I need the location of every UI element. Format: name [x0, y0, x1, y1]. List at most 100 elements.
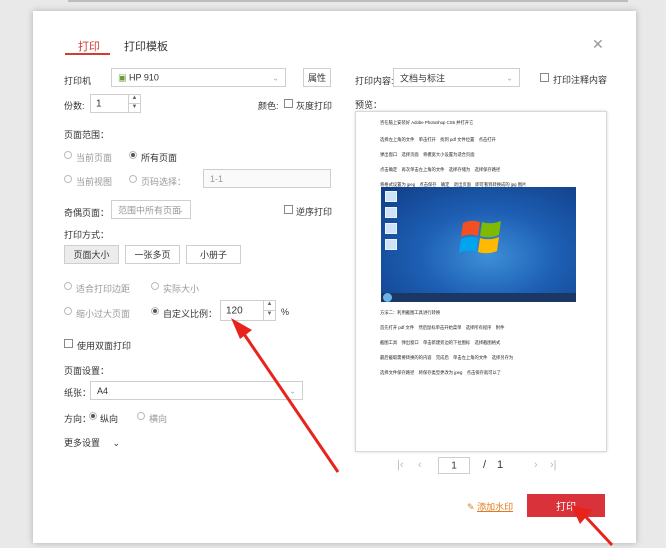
custom-scale-value: 120: [226, 305, 243, 316]
paper-label: 纸张：: [64, 388, 92, 398]
preview-text-line: 选择左上角的文件 单击打开 找到 pdf 文件位置 点击打开: [380, 137, 496, 142]
tab-print-underline: [65, 53, 110, 55]
printer-label: 打印机: [64, 76, 92, 86]
printer-select[interactable]: ▣ HP 910 ⌄: [111, 68, 286, 87]
properties-button[interactable]: 属性: [303, 68, 331, 87]
radio-current-view[interactable]: [64, 175, 72, 183]
current-view-label: 当前视图: [76, 177, 113, 187]
print-mode-title: 打印方式：: [64, 230, 110, 240]
print-content-label: 打印内容:: [355, 76, 394, 86]
preview-label: 预览：: [355, 100, 383, 110]
radio-portrait[interactable]: [89, 412, 97, 420]
preview-text-line: 弹出窗口 选择页面 将模宽大小设置为适合页面: [380, 152, 475, 157]
chevron-down-icon: ⌄: [112, 438, 121, 448]
page-setup-title: 页面设置：: [64, 366, 110, 376]
current-page-label: 当前页面: [76, 153, 113, 163]
print-preview-page: 咨在脑上安装好 Adobe Photoshop CS6 并打开它 选择左上角的文…: [355, 111, 607, 452]
close-icon[interactable]: ✕: [592, 36, 604, 53]
page-separator: /: [483, 459, 487, 471]
copies-value: 1: [96, 98, 102, 109]
windows-logo-icon: [459, 220, 501, 254]
desktop-screenshot-image: [381, 187, 576, 302]
tab-print[interactable]: 打印: [78, 38, 100, 54]
reverse-print-label: 逆序打印: [296, 207, 333, 217]
print-button[interactable]: 打印: [527, 494, 605, 517]
add-watermark-label: 添加水印: [477, 502, 514, 512]
next-page-icon[interactable]: ›: [534, 459, 538, 471]
increment-icon[interactable]: ▲: [264, 301, 275, 311]
preview-text-line: 首先打开 pdf 文件 然后鼠标单击开始菜单 选择所有程序 附件: [380, 325, 505, 330]
chevron-down-icon: ⌄: [506, 73, 513, 82]
copies-label: 份数:: [64, 101, 85, 111]
desktop-icon: [385, 239, 397, 250]
paper-select[interactable]: A4 ⌄: [90, 381, 303, 400]
mode-booklet-button[interactable]: 小册子: [186, 245, 241, 264]
add-watermark-link[interactable]: ✎ 添加水印: [467, 500, 513, 513]
grayscale-checkbox[interactable]: [284, 99, 293, 108]
decrement-icon[interactable]: ▼: [264, 311, 275, 321]
page-select-value: 1-1: [210, 173, 224, 184]
watermark-icon: ✎: [467, 502, 475, 512]
desktop-icon: [385, 207, 397, 218]
radio-page-select[interactable]: [129, 175, 137, 183]
preview-text-line: 最后截取需要转换的的内容 完成后 单击左上角的文件 选择另存为: [380, 355, 514, 360]
page-select-input[interactable]: 1-1: [203, 169, 331, 188]
print-content-select[interactable]: 文档与标注 ⌄: [393, 68, 520, 87]
shrink-oversized-label: 缩小过大页面: [76, 309, 131, 319]
decrement-icon[interactable]: ▼: [129, 104, 140, 113]
radio-current-page[interactable]: [64, 151, 72, 159]
all-pages-label: 所有页面: [141, 153, 178, 163]
reverse-print-checkbox[interactable]: [284, 205, 293, 214]
page-number-input[interactable]: 1: [438, 457, 470, 474]
printer-icon: ▣: [118, 72, 127, 82]
radio-all-pages[interactable]: [129, 151, 137, 159]
paper-value: A4: [97, 385, 109, 396]
orientation-label: 方向：: [64, 414, 92, 424]
start-button-icon: [383, 293, 392, 302]
radio-actual-size[interactable]: [151, 282, 159, 290]
first-page-icon[interactable]: |‹: [397, 459, 404, 471]
tab-print-template[interactable]: 打印模板: [124, 38, 168, 54]
portrait-label: 纵向: [100, 414, 119, 424]
odd-even-label: 奇偶页面：: [64, 208, 110, 218]
increment-icon[interactable]: ▲: [129, 95, 140, 104]
grayscale-label: 灰度打印: [296, 101, 333, 111]
print-annotations-checkbox[interactable]: [540, 73, 549, 82]
duplex-checkbox[interactable]: [64, 339, 73, 348]
custom-scale-label: 自定义比例：: [163, 309, 218, 319]
percent-unit: %: [281, 307, 290, 317]
page-total: 1: [497, 459, 504, 471]
radio-landscape[interactable]: [137, 412, 145, 420]
preview-text-line: 选择文件保存路径 将保存类型更改为 jpeg 点击保存就可以了: [380, 370, 502, 375]
color-label: 颜色:: [258, 101, 279, 111]
preview-text-line: 截图工具 弹出窗口 单击新建旁边的下拉图标 选择截图格式: [380, 340, 501, 345]
prev-page-icon[interactable]: ‹: [418, 459, 422, 471]
more-settings-toggle[interactable]: 更多设置 ⌄: [64, 436, 120, 449]
print-annotations-label: 打印注释内容: [553, 75, 608, 85]
custom-scale-stepper[interactable]: 120 ▲ ▼: [220, 300, 276, 321]
chevron-down-icon: ⌄: [177, 205, 184, 214]
odd-even-value: 范围中所有页面: [118, 205, 182, 215]
copies-stepper[interactable]: 1 ▲ ▼: [90, 94, 141, 113]
last-page-icon[interactable]: ›|: [550, 459, 557, 471]
chevron-down-icon: ⌄: [272, 73, 279, 82]
radio-shrink-oversized[interactable]: [64, 307, 72, 315]
desktop-icon: [385, 223, 397, 234]
mode-multi-page-button[interactable]: 一张多页: [125, 245, 180, 264]
radio-fit-margins[interactable]: [64, 282, 72, 290]
page-range-title: 页面范围：: [64, 130, 110, 140]
desktop-icon: [385, 191, 397, 202]
mode-page-size-button[interactable]: 页面大小: [64, 245, 119, 264]
page-select-label: 页码选择：: [141, 177, 187, 187]
fit-margins-label: 适合打印边距: [76, 284, 131, 294]
duplex-label: 使用双面打印: [77, 341, 132, 351]
odd-even-select[interactable]: 范围中所有页面 ⌄: [111, 200, 191, 219]
page-number-value: 1: [451, 460, 457, 471]
preview-text-line: 方法二：利用截图工具进行转换: [380, 310, 441, 315]
landscape-label: 横向: [149, 414, 168, 424]
taskbar: [381, 293, 576, 302]
print-content-value: 文档与标注: [400, 73, 446, 83]
preview-text-line: 点击确定 再次单击左上角的文件 选择存储为 选择保存路径: [380, 167, 501, 172]
printer-value: HP 910: [129, 72, 159, 82]
radio-custom-scale[interactable]: [151, 307, 159, 315]
